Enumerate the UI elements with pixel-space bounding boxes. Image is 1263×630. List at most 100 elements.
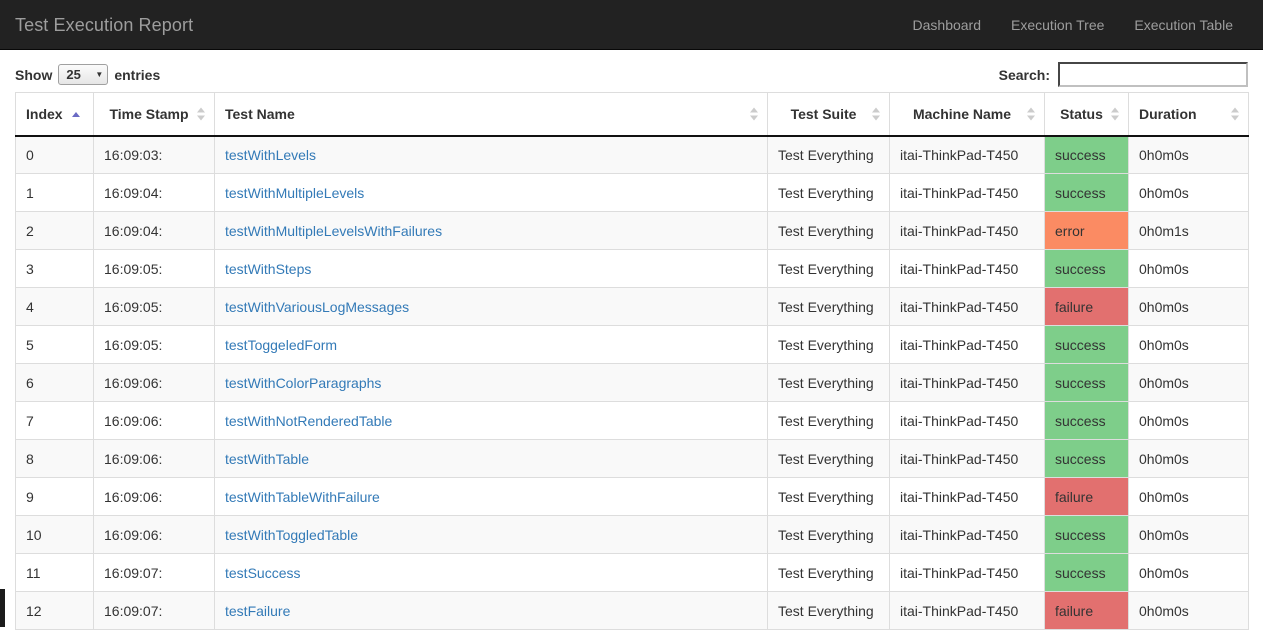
cell-test-name[interactable]: testWithTable [214, 439, 768, 478]
column-header-test-suite[interactable]: Test Suite [767, 92, 890, 137]
test-name-link[interactable]: testWithMultipleLevelsWithFailures [225, 223, 442, 239]
cell-status: success [1044, 553, 1129, 592]
cell-time-stamp: 16:09:05: [93, 325, 215, 364]
page-length-value: 25 [66, 67, 81, 82]
nav-item-execution-tree[interactable]: Execution Tree [996, 0, 1119, 50]
page-length-select[interactable]: 25 ▼ [58, 64, 109, 85]
cell-time-stamp: 16:09:06: [93, 477, 215, 516]
table-row[interactable]: 3 16:09:05: testWithSteps Test Everything it… [15, 249, 1249, 288]
table-header-row: Index Time Stamp Test Name Test Suite Ma… [15, 92, 1249, 137]
table-row[interactable]: 1 16:09:04: testWithMultipleLevels Test Eve… [15, 173, 1249, 212]
cell-machine-name: itai-ThinkPad-T450 [889, 135, 1045, 174]
cell-index: 3 [15, 249, 94, 288]
test-name-link[interactable]: testFailure [225, 603, 290, 619]
cell-test-name[interactable]: testWithVariousLogMessages [214, 287, 768, 326]
search-control: Search: [999, 62, 1248, 87]
sort-ascending-icon[interactable] [72, 111, 81, 119]
cell-test-name[interactable]: testWithToggledTable [214, 515, 768, 554]
table-row[interactable]: 7 16:09:06: testWithNotRenderedTable Test E… [15, 401, 1249, 440]
nav-item-execution-table[interactable]: Execution Table [1119, 0, 1248, 50]
table-row[interactable]: 5 16:09:05: testToggeledForm Test Everythin… [15, 325, 1249, 364]
cell-index: 9 [15, 477, 94, 516]
column-header-duration[interactable]: Duration [1128, 92, 1249, 137]
sort-toggle-icon[interactable] [1027, 106, 1036, 121]
table-row[interactable]: 11 16:09:07: testSuccess Test Everything ita… [15, 553, 1249, 592]
table-row[interactable]: 4 16:09:05: testWithVariousLogMessages Test… [15, 287, 1249, 326]
cell-duration: 0h0m0s [1128, 591, 1249, 630]
table-row[interactable]: 8 16:09:06: testWithTable Test Everything it… [15, 439, 1249, 478]
cell-index: 8 [15, 439, 94, 478]
table-row[interactable]: 2 16:09:04: testWithMultipleLevelsWithFail… [15, 211, 1249, 250]
nav-link-execution-table[interactable]: Execution Table [1119, 0, 1248, 50]
table-row[interactable]: 12 16:09:07: testFailure Test Everything ita… [15, 591, 1249, 630]
test-name-link[interactable]: testWithMultipleLevels [225, 185, 364, 201]
cell-index: 11 [15, 553, 94, 592]
entries-label: entries [114, 66, 161, 83]
table-row[interactable]: 6 16:09:06: testWithColorParagraphs Test Ev… [15, 363, 1249, 402]
cell-duration: 0h0m0s [1128, 477, 1249, 516]
status-badge: success [1045, 174, 1128, 211]
cell-test-name[interactable]: testWithMultipleLevelsWithFailures [214, 211, 768, 250]
test-name-link[interactable]: testWithNotRenderedTable [225, 413, 392, 429]
cell-test-suite: Test Everything [767, 211, 890, 250]
cell-machine-name: itai-ThinkPad-T450 [889, 363, 1045, 402]
nav-item-dashboard[interactable]: Dashboard [898, 0, 997, 50]
test-name-link[interactable]: testWithLevels [225, 147, 316, 163]
sort-toggle-icon[interactable] [750, 106, 759, 121]
cell-machine-name: itai-ThinkPad-T450 [889, 515, 1045, 554]
navbar-links: Dashboard Execution Tree Execution Table [898, 0, 1248, 50]
nav-link-dashboard[interactable]: Dashboard [898, 0, 997, 50]
cell-machine-name: itai-ThinkPad-T450 [889, 287, 1045, 326]
search-label: Search: [998, 66, 1050, 83]
sort-toggle-icon[interactable] [872, 106, 881, 121]
column-header-status[interactable]: Status [1044, 92, 1129, 137]
cell-status: success [1044, 325, 1129, 364]
cell-machine-name: itai-ThinkPad-T450 [889, 477, 1045, 516]
cell-status: success [1044, 249, 1129, 288]
cell-test-name[interactable]: testWithNotRenderedTable [214, 401, 768, 440]
sort-toggle-icon[interactable] [1111, 106, 1120, 121]
column-header-time-stamp[interactable]: Time Stamp [93, 92, 215, 137]
column-header-index[interactable]: Index [15, 92, 94, 137]
search-input[interactable] [1058, 62, 1248, 87]
cell-test-name[interactable]: testWithSteps [214, 249, 768, 288]
cell-test-name[interactable]: testSuccess [214, 553, 768, 592]
cell-duration: 0h0m0s [1128, 363, 1249, 402]
cell-test-name[interactable]: testToggeledForm [214, 325, 768, 364]
status-badge: success [1045, 364, 1128, 401]
cell-status: error [1044, 211, 1129, 250]
cell-test-name[interactable]: testWithTableWithFailure [214, 477, 768, 516]
nav-link-execution-tree[interactable]: Execution Tree [996, 0, 1119, 50]
table-row[interactable]: 9 16:09:06: testWithTableWithFailure Test E… [15, 477, 1249, 516]
cell-test-name[interactable]: testWithColorParagraphs [214, 363, 768, 402]
cell-status: failure [1044, 477, 1129, 516]
cell-test-suite: Test Everything [767, 553, 890, 592]
table-row[interactable]: 10 16:09:06: testWithToggledTable Test Ever… [15, 515, 1249, 554]
sort-toggle-icon[interactable] [1231, 106, 1240, 121]
test-name-link[interactable]: testWithTableWithFailure [225, 489, 380, 505]
cell-test-suite: Test Everything [767, 439, 890, 478]
test-name-link[interactable]: testWithColorParagraphs [225, 375, 381, 391]
column-header-machine-name[interactable]: Machine Name [889, 92, 1045, 137]
cell-index: 2 [15, 211, 94, 250]
test-name-link[interactable]: testToggeledForm [225, 337, 337, 353]
cell-index: 6 [15, 363, 94, 402]
cell-test-suite: Test Everything [767, 325, 890, 364]
cell-test-suite: Test Everything [767, 173, 890, 212]
cell-test-name[interactable]: testWithMultipleLevels [214, 173, 768, 212]
cell-test-name[interactable]: testFailure [214, 591, 768, 630]
test-name-link[interactable]: testWithVariousLogMessages [225, 299, 409, 315]
app-brand-title[interactable]: Test Execution Report [0, 0, 208, 50]
sort-toggle-icon[interactable] [197, 106, 206, 121]
cell-test-name[interactable]: testWithLevels [214, 135, 768, 174]
test-name-link[interactable]: testSuccess [225, 565, 300, 581]
column-label-machine-name: Machine Name [912, 105, 1012, 122]
test-name-link[interactable]: testWithToggledTable [225, 527, 358, 543]
test-name-link[interactable]: testWithSteps [225, 261, 311, 277]
cell-test-suite: Test Everything [767, 135, 890, 174]
cell-time-stamp: 16:09:06: [93, 363, 215, 402]
column-header-test-name[interactable]: Test Name [214, 92, 768, 137]
test-name-link[interactable]: testWithTable [225, 451, 309, 467]
cell-test-suite: Test Everything [767, 515, 890, 554]
table-row[interactable]: 0 16:09:03: testWithLevels Test Everything i… [15, 135, 1249, 174]
